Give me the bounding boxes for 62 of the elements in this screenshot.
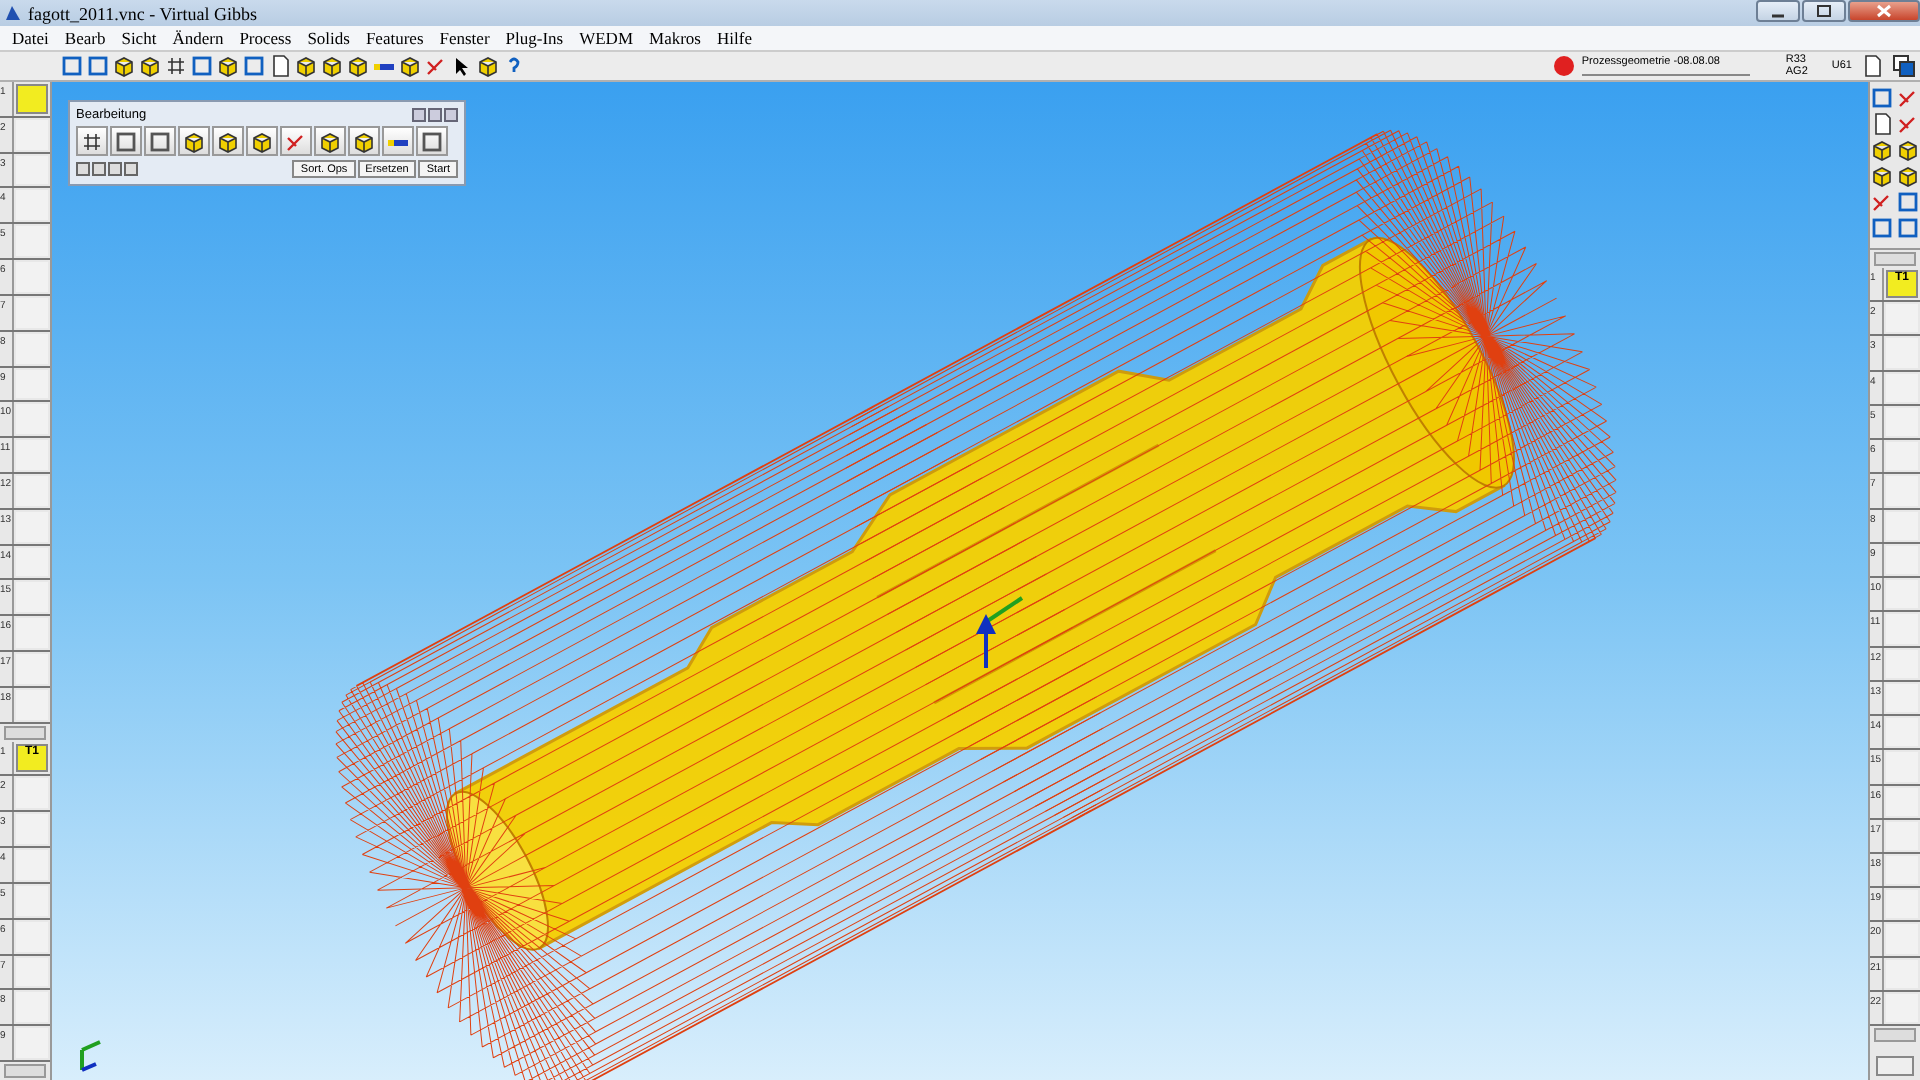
- maximize-icon: [1816, 4, 1832, 18]
- square-icon[interactable]: [242, 54, 266, 78]
- menu-item[interactable]: Makros: [641, 26, 709, 50]
- windows-icon[interactable]: [1892, 54, 1916, 78]
- cube-icon[interactable]: [346, 54, 370, 78]
- cube-icon[interactable]: [476, 54, 500, 78]
- close-button[interactable]: [1848, 0, 1920, 22]
- square-icon[interactable]: [1870, 86, 1894, 110]
- cube-icon[interactable]: [314, 126, 346, 156]
- menu-item[interactable]: Sicht: [113, 26, 165, 50]
- close-button[interactable]: [444, 108, 458, 122]
- square-icon[interactable]: [86, 54, 110, 78]
- cube-icon[interactable]: [178, 126, 210, 156]
- menu-item[interactable]: Ändern: [164, 26, 232, 50]
- square-icon[interactable]: [144, 126, 176, 156]
- cube-icon[interactable]: [398, 54, 422, 78]
- stop-icon[interactable]: [1553, 56, 1574, 76]
- cube-icon[interactable]: [1896, 138, 1920, 162]
- square-icon[interactable]: [1870, 216, 1894, 240]
- line-icon[interactable]: [1870, 190, 1894, 214]
- cube-icon[interactable]: [138, 54, 162, 78]
- square-icon[interactable]: [60, 54, 84, 78]
- close-icon: [1876, 4, 1892, 18]
- document-icon[interactable]: [1870, 112, 1894, 136]
- window-title: fagott_2011.vnc - Virtual Gibbs: [28, 3, 259, 23]
- bar-icon[interactable]: [382, 126, 414, 156]
- square-icon[interactable]: [1896, 190, 1920, 214]
- cube-icon[interactable]: [246, 126, 278, 156]
- line-icon[interactable]: [1896, 112, 1920, 136]
- square-icon[interactable]: [416, 126, 448, 156]
- cube-icon[interactable]: [348, 126, 380, 156]
- square-icon[interactable]: [1896, 216, 1920, 240]
- pin-button[interactable]: [412, 108, 426, 122]
- cube-icon[interactable]: [1896, 164, 1920, 188]
- minimize-button[interactable]: [1756, 0, 1800, 22]
- cube-icon[interactable]: [212, 126, 244, 156]
- cube-icon[interactable]: [112, 54, 136, 78]
- menu-item[interactable]: Solids: [299, 26, 358, 50]
- grid-icon[interactable]: [76, 126, 108, 156]
- axis-triad-icon: [976, 596, 1024, 668]
- menu-item[interactable]: Plug-Ins: [497, 26, 572, 50]
- menu-item[interactable]: Features: [357, 26, 432, 50]
- line-icon[interactable]: [424, 54, 448, 78]
- line-icon[interactable]: [1896, 86, 1920, 110]
- square-icon[interactable]: [190, 54, 214, 78]
- cube-icon[interactable]: [1870, 138, 1894, 162]
- menu-item[interactable]: Hilfe: [709, 26, 760, 50]
- square-icon[interactable]: [110, 126, 142, 156]
- maximize-button[interactable]: [1802, 0, 1846, 22]
- cube-icon[interactable]: [216, 54, 240, 78]
- app-icon: [4, 4, 22, 22]
- cube-icon[interactable]: [1870, 164, 1894, 188]
- menu-item[interactable]: Fenster: [431, 26, 498, 50]
- menu-item[interactable]: Process: [231, 26, 300, 50]
- expand-button[interactable]: [124, 162, 138, 176]
- menu-item[interactable]: Datei: [4, 26, 57, 50]
- menu-item[interactable]: Bearb: [56, 26, 114, 50]
- menu-item[interactable]: WEDM: [571, 26, 642, 50]
- grid-icon[interactable]: [164, 54, 188, 78]
- cube-icon[interactable]: [294, 54, 318, 78]
- filled-slot[interactable]: [16, 84, 48, 114]
- cube-icon[interactable]: [320, 54, 344, 78]
